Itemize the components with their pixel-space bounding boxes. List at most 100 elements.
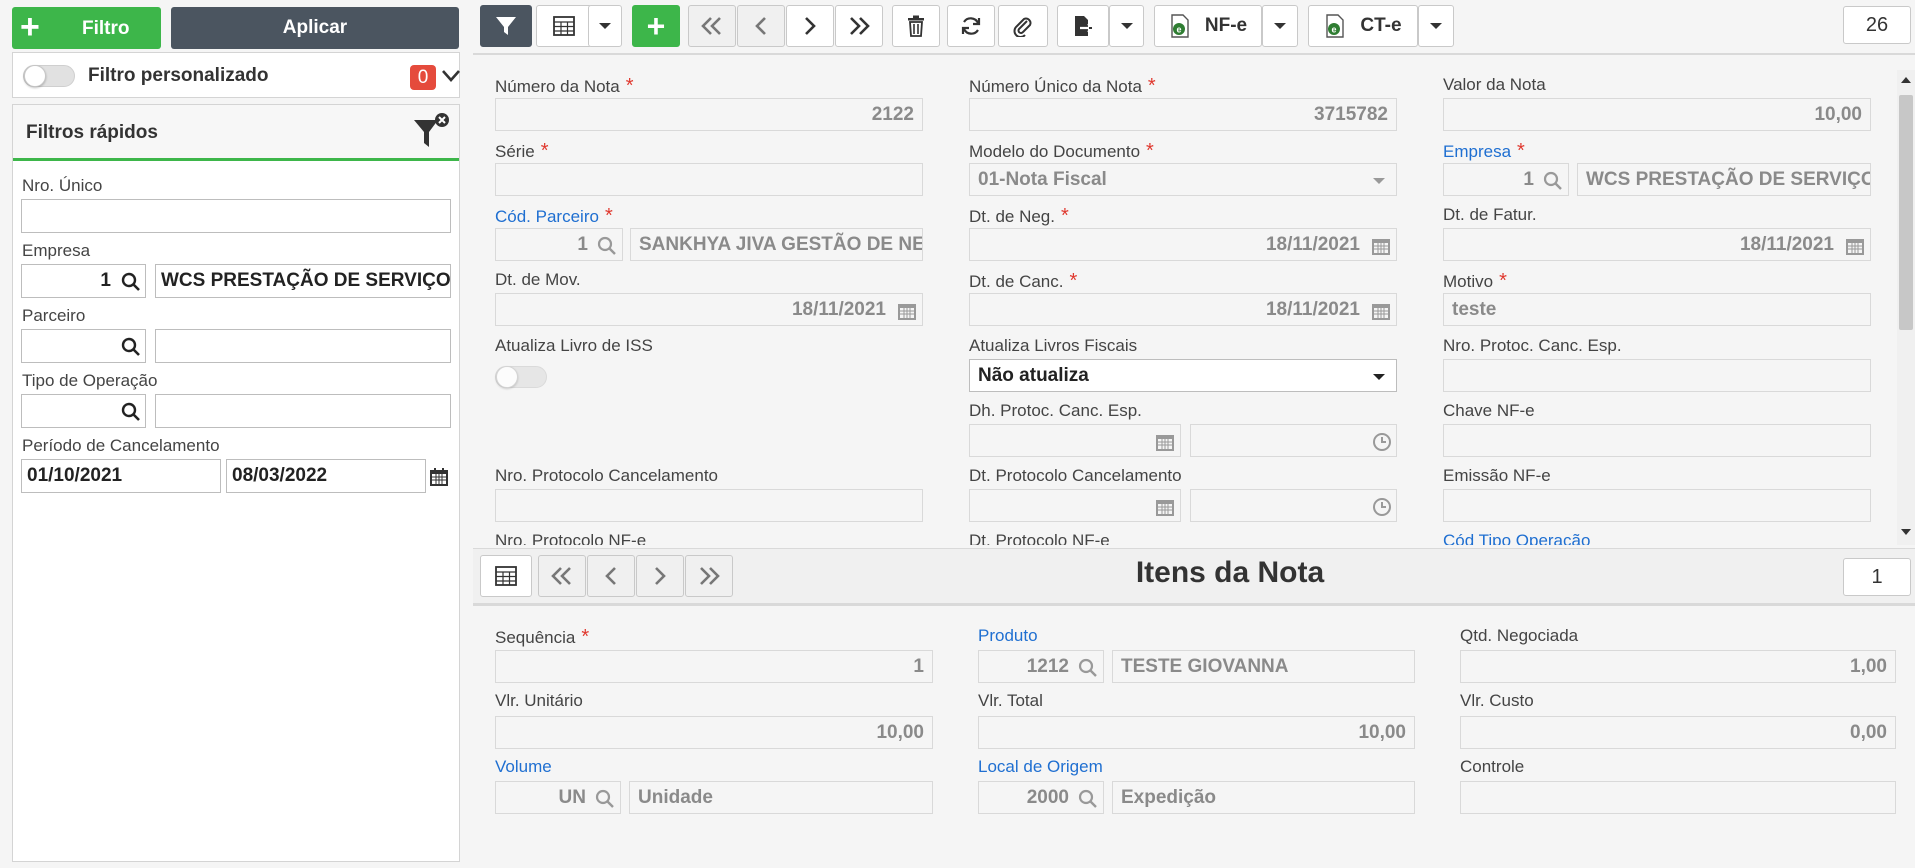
calendar-icon[interactable] — [1845, 236, 1865, 256]
sequencia-input[interactable]: 1 — [495, 650, 933, 683]
dh-protoc-canc-esp-date[interactable] — [969, 424, 1181, 457]
delete-button[interactable] — [892, 5, 940, 47]
vlr-custo-input[interactable]: 0,00 — [1460, 716, 1896, 749]
previous-record-button[interactable] — [737, 5, 785, 47]
calendar-icon[interactable] — [429, 467, 449, 487]
calendar-icon[interactable] — [1155, 432, 1175, 452]
export-dropdown[interactable] — [1109, 5, 1144, 47]
dt-neg-input[interactable]: 18/11/2021 — [969, 228, 1397, 261]
scroll-down-icon[interactable] — [1900, 528, 1912, 536]
form-scrollbar-thumb[interactable] — [1899, 95, 1913, 330]
next-record-button[interactable] — [786, 5, 834, 47]
clock-icon[interactable] — [1372, 432, 1392, 452]
search-icon[interactable] — [121, 272, 141, 292]
periodo-end-input[interactable]: 08/03/2022 — [226, 459, 426, 493]
produto-name-field[interactable]: TESTE GIOVANNA — [1112, 650, 1415, 683]
items-previous-button[interactable] — [587, 555, 635, 597]
cod-parceiro-name-field[interactable]: SANKHYA JIVA GESTÃO DE NEGÓCIOS — [630, 228, 923, 261]
tipo-operacao-label: Tipo de Operação — [22, 371, 158, 390]
calendar-icon[interactable] — [897, 301, 917, 321]
nro-protocolo-canc-label: Nro. Protocolo Cancelamento — [495, 466, 719, 485]
volume-link-label[interactable]: Volume — [495, 757, 552, 777]
record-count: 26 — [1843, 6, 1911, 44]
chevron-down-icon[interactable] — [442, 70, 460, 82]
volume-name-field[interactable]: Unidade — [629, 781, 933, 814]
chave-nfe-input[interactable] — [1443, 424, 1871, 457]
cte-dropdown[interactable] — [1418, 5, 1454, 47]
attachment-button[interactable] — [998, 5, 1048, 47]
search-icon[interactable] — [1078, 658, 1098, 678]
custom-filter-toggle[interactable] — [23, 65, 75, 87]
filter-toggle-button[interactable] — [480, 5, 532, 47]
grid-view-dropdown[interactable] — [588, 5, 622, 47]
cod-parceiro-link-label[interactable]: Cód. Parceiro * — [495, 205, 613, 228]
nro-protocolo-canc-input[interactable] — [495, 489, 923, 522]
numero-unico-input[interactable]: 3715782 — [969, 98, 1397, 131]
last-record-button[interactable] — [835, 5, 883, 47]
dh-protoc-canc-esp-time[interactable] — [1190, 424, 1397, 457]
dt-mov-input[interactable]: 18/11/2021 — [495, 293, 923, 326]
empresa-link-label[interactable]: Empresa * — [1443, 140, 1525, 163]
scroll-up-icon[interactable] — [1900, 76, 1912, 84]
export-button[interactable] — [1057, 5, 1109, 47]
items-next-button[interactable] — [636, 555, 684, 597]
search-icon[interactable] — [121, 402, 141, 422]
items-grid-view-button[interactable] — [480, 555, 532, 597]
produto-link-label[interactable]: Produto — [978, 626, 1038, 646]
periodo-start-input[interactable]: 01/10/2021 — [21, 459, 221, 493]
calendar-icon[interactable] — [1371, 301, 1391, 321]
tipo-operacao-name-input[interactable] — [155, 394, 451, 428]
serie-input[interactable] — [495, 163, 923, 196]
vlr-total-input[interactable]: 10,00 — [978, 716, 1415, 749]
nfe-button[interactable]: e NF-e — [1154, 5, 1262, 47]
search-icon[interactable] — [1078, 789, 1098, 809]
parceiro-label: Parceiro — [22, 306, 86, 325]
local-origem-link-label[interactable]: Local de Origem — [978, 757, 1103, 777]
calendar-icon[interactable] — [1155, 497, 1175, 517]
items-section-title: Itens da Nota — [1135, 556, 1325, 589]
serie-label: Série * — [495, 140, 549, 162]
controle-input[interactable] — [1460, 781, 1896, 814]
dt-canc-input[interactable]: 18/11/2021 — [969, 293, 1397, 326]
emissao-nfe-input[interactable] — [1443, 489, 1871, 522]
search-icon[interactable] — [1543, 171, 1563, 191]
items-first-button[interactable] — [538, 555, 586, 597]
add-record-button[interactable]: + — [632, 5, 680, 47]
numero-nota-input[interactable]: 2122 — [495, 98, 923, 131]
grid-view-button[interactable] — [536, 5, 592, 47]
motivo-input[interactable]: teste — [1443, 293, 1871, 326]
caret-down-icon — [1274, 23, 1286, 29]
cod-tipo-operacao-link-label[interactable]: Cód Tipo Operação — [1443, 531, 1590, 545]
parceiro-name-input[interactable] — [155, 329, 451, 363]
dt-mov-label: Dt. de Mov. — [495, 270, 581, 289]
empresa-name-input[interactable]: WCS PRESTAÇÃO DE SERVIÇOS — [155, 264, 451, 298]
search-icon[interactable] — [121, 337, 141, 357]
vlr-unitario-input[interactable]: 10,00 — [495, 716, 933, 749]
modelo-documento-select[interactable]: 01-Nota Fiscal — [969, 163, 1397, 196]
nro-unico-input[interactable] — [21, 199, 451, 233]
dt-fatur-input[interactable]: 18/11/2021 — [1443, 228, 1871, 261]
items-last-button[interactable] — [685, 555, 733, 597]
atualiza-fiscais-select[interactable]: Não atualiza — [969, 359, 1397, 392]
atualiza-iss-toggle[interactable] — [495, 366, 547, 388]
empresa-name-field[interactable]: WCS PRESTAÇÃO DE SERVIÇOS — [1577, 163, 1871, 196]
first-record-button[interactable] — [688, 5, 736, 47]
search-icon[interactable] — [595, 789, 615, 809]
dt-protocolo-canc-time[interactable] — [1190, 489, 1397, 522]
refresh-button[interactable] — [947, 5, 995, 47]
add-filter-button[interactable]: + Filtro — [12, 7, 161, 49]
valor-nota-input[interactable]: 10,00 — [1443, 98, 1871, 131]
caret-down-icon — [599, 23, 611, 29]
apply-button[interactable]: Aplicar — [171, 7, 459, 49]
dt-protocolo-canc-date[interactable] — [969, 489, 1181, 522]
quick-filters-title: Filtros rápidos — [26, 122, 158, 143]
filter-settings-icon[interactable] — [412, 110, 452, 152]
clock-icon[interactable] — [1372, 497, 1392, 517]
search-icon[interactable] — [597, 236, 617, 256]
nro-protoc-canc-esp-input[interactable] — [1443, 359, 1871, 392]
calendar-icon[interactable] — [1371, 236, 1391, 256]
nfe-dropdown[interactable] — [1262, 5, 1298, 47]
qtd-negociada-input[interactable]: 1,00 — [1460, 650, 1896, 683]
cte-button[interactable]: e CT-e — [1308, 5, 1418, 47]
local-origem-name-field[interactable]: Expedição — [1112, 781, 1415, 814]
